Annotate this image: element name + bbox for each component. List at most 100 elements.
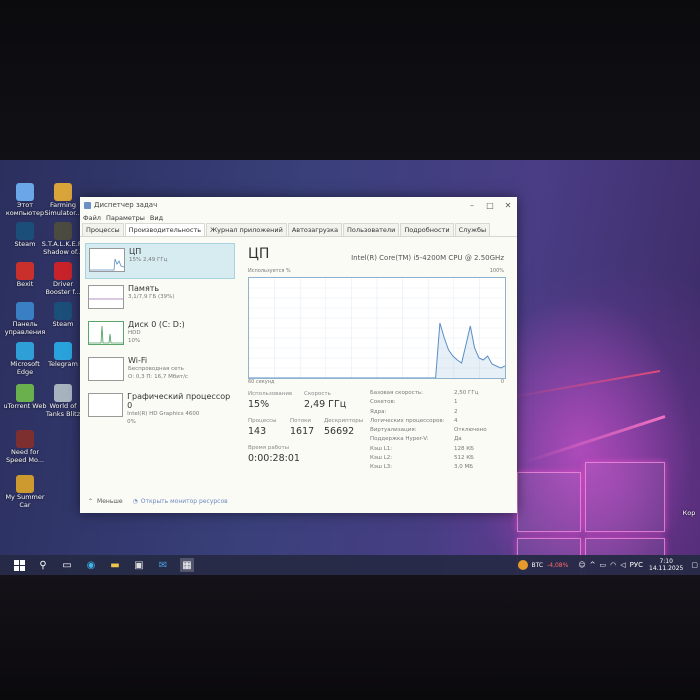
desktop-icon-label: S.T.A.L.K.E.R. Shadow of... — [41, 240, 85, 256]
wifi-icon[interactable]: ◠ — [610, 561, 616, 569]
stat-label: Дескрипторы — [324, 418, 364, 424]
task-manager-window: Диспетчер задач – □ ✕ Файл Параметры Вид… — [80, 197, 517, 513]
search-icon[interactable]: ⚲ — [36, 558, 50, 572]
info-value: 512 КБ — [454, 455, 474, 462]
start-button[interactable] — [12, 558, 26, 572]
desktop-icon[interactable]: Farming Simulator... — [41, 183, 85, 217]
stat-speed: Скорость 2,49 ГГц — [304, 391, 346, 410]
mail-icon[interactable]: ✉ — [156, 558, 170, 572]
stat-label: Процессы — [248, 418, 277, 424]
maximize-button[interactable]: □ — [481, 201, 499, 210]
language-indicator[interactable]: РУС — [630, 561, 643, 569]
sidebar-item-detail: 3,1/7,9 ГБ (39%) — [128, 294, 175, 300]
tab-services[interactable]: Службы — [454, 223, 491, 236]
tab-startup[interactable]: Автозагрузка — [287, 223, 343, 236]
info-key: Базовая скорость: — [370, 390, 423, 396]
app-icon — [54, 342, 72, 360]
gpu-thumbnail-graph — [88, 393, 124, 417]
taskbar: ⚲ ▭ ◉ ▬ ▣ ✉ ▦ BTC -4,08% ☺ ^ ▭ ◠ ◁ РУС 7… — [0, 555, 700, 575]
desktop-icon[interactable]: Driver Booster f... — [41, 262, 85, 296]
task-manager-taskbar-icon[interactable]: ▦ — [180, 558, 194, 572]
sidebar-item-detail: 0% — [127, 418, 136, 425]
desktop-icon-label: Telegram — [48, 360, 78, 368]
sidebar-item-cpu[interactable]: ЦП 15% 2,49 ГГц — [85, 243, 235, 279]
app-icon — [16, 183, 34, 201]
sidebar-item-detail: Intel(R) HD Graphics 4600 — [127, 411, 200, 417]
stat-value: 15% — [248, 399, 270, 410]
desktop-icon[interactable]: My Summer Car — [3, 475, 47, 509]
tab-bar: Процессы Производительность Журнал прило… — [80, 223, 517, 237]
app-icon — [16, 222, 34, 240]
desktop-icon[interactable]: Telegram — [41, 342, 85, 369]
graph-y-max: 100% — [489, 268, 504, 274]
clock[interactable]: 7:10 14.11.2025 — [649, 558, 683, 572]
stat-label: Использование — [248, 391, 293, 397]
desktop-icon[interactable]: Need for Speed Mo... — [3, 430, 47, 464]
edge-icon[interactable]: ◉ — [84, 558, 98, 572]
chevron-up-icon[interactable]: ⌃ — [88, 498, 93, 505]
stat-value: 1617 — [290, 426, 315, 437]
info-row: Кэш L2: 512 КБ — [370, 455, 500, 464]
performance-sidebar: ЦП 15% 2,49 ГГц Память 3,1/7,9 ГБ (39%) … — [85, 243, 235, 478]
info-value: 3,0 МБ — [454, 464, 474, 471]
menu-view[interactable]: Вид — [150, 214, 163, 222]
info-key: Кэш L3: — [370, 464, 393, 471]
info-value: 2 — [454, 408, 458, 415]
app-icon — [54, 183, 72, 201]
panel-title: ЦП — [248, 246, 270, 262]
info-key: Кэш L2: — [370, 455, 393, 462]
tab-users[interactable]: Пользователи — [343, 223, 400, 236]
desktop-icon-partial[interactable]: Кор — [678, 509, 700, 518]
info-row: Виртуализация: Отключено — [370, 427, 500, 436]
minimize-button[interactable]: – — [463, 201, 481, 210]
system-tray: BTC -4,08% ☺ ^ ▭ ◠ ◁ РУС 7:10 14.11.2025… — [518, 555, 700, 575]
app-icon — [16, 262, 34, 280]
sidebar-item-disk[interactable]: Диск 0 (C: D:) HDD 10% — [85, 317, 235, 351]
title-bar[interactable]: Диспетчер задач – □ ✕ — [80, 197, 517, 213]
graph-time-span: 60 секунд — [248, 379, 275, 385]
close-button[interactable]: ✕ — [499, 201, 517, 210]
tab-processes[interactable]: Процессы — [82, 223, 124, 236]
stat-threads: Потоки 1617 — [290, 418, 314, 437]
tab-app-history[interactable]: Журнал приложений — [206, 223, 287, 236]
desktop-icon[interactable]: Steam — [41, 302, 85, 329]
volume-icon[interactable]: ◁ — [620, 561, 625, 569]
btc-ticker[interactable]: BTC — [531, 562, 543, 569]
store-icon[interactable]: ▣ — [132, 558, 146, 572]
notification-icon[interactable]: ▢ — [691, 561, 698, 569]
fewer-details-link[interactable]: Меньше — [97, 498, 123, 505]
app-icon — [54, 384, 72, 402]
sidebar-item-wifi[interactable]: Wi-Fi Беспроводная сеть О: 0,3 П: 16,7 М… — [85, 353, 235, 387]
battery-icon[interactable]: ▭ — [600, 561, 607, 569]
menu-options[interactable]: Параметры — [106, 214, 145, 222]
menu-file[interactable]: Файл — [83, 214, 101, 222]
info-row: Кэш L3: 3,0 МБ — [370, 464, 500, 473]
desktop-icon-label: Need for Speed Mo... — [5, 448, 45, 464]
info-value: Да — [454, 436, 462, 443]
cpu-thumbnail-graph — [89, 248, 125, 272]
user-icon[interactable]: ☺ — [578, 561, 585, 569]
info-row: Ядра: 2 — [370, 409, 500, 418]
desktop-icon[interactable]: World of Tanks Blitz — [41, 384, 85, 418]
desktop-icon-label: My Summer Car — [5, 493, 45, 509]
tab-details[interactable]: Подробности — [400, 223, 454, 236]
desktop-icon-label: Кор — [682, 509, 696, 517]
open-resource-monitor-link[interactable]: Открыть монитор ресурсов — [141, 498, 228, 505]
window-title: Диспетчер задач — [94, 201, 158, 209]
window-footer: ⌃ Меньше ◔ Открыть монитор ресурсов — [88, 498, 228, 505]
stat-value: 143 — [248, 426, 267, 437]
bitcoin-icon[interactable] — [518, 560, 529, 570]
desktop-icon[interactable]: S.T.A.L.K.E.R. Shadow of... — [41, 222, 85, 256]
task-manager-icon — [84, 201, 91, 209]
chevron-up-icon[interactable]: ^ — [590, 561, 596, 569]
task-view-icon[interactable]: ▭ — [60, 558, 74, 572]
file-explorer-icon[interactable]: ▬ — [108, 558, 122, 572]
sidebar-item-memory[interactable]: Память 3,1/7,9 ГБ (39%) — [85, 281, 235, 315]
graph-y-label: Используется % — [248, 268, 291, 274]
stat-uptime: Время работы 0:00:28:01 — [248, 445, 300, 464]
cpu-info-table: Базовая скорость: 2,50 ГГц Сокетов: 1 Ядра… — [370, 390, 500, 474]
stat-label: Потоки — [290, 418, 311, 424]
info-row: Кэш L1: 128 КБ — [370, 446, 500, 455]
tab-performance[interactable]: Производительность — [124, 223, 206, 236]
sidebar-item-gpu[interactable]: Графический процессор 0 Intel(R) HD Grap… — [85, 389, 235, 425]
